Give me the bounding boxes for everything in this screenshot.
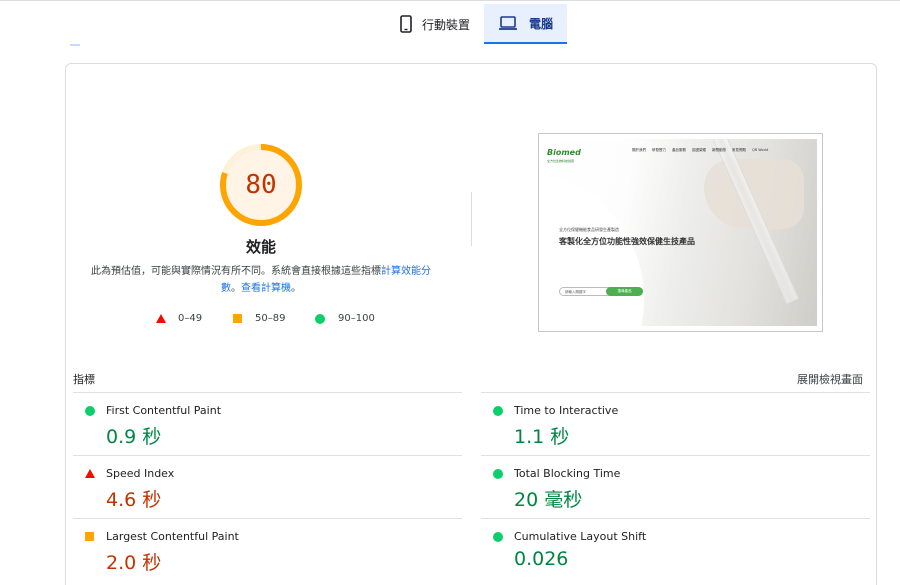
pass-circle-icon [493,532,503,542]
device-tabs: 行動裝置 電腦 [385,4,568,44]
site-logo: Biomed [547,148,581,157]
metric-value: 2.0 秒 [106,552,162,574]
circle-icon [315,313,325,324]
tab-desktop-label: 電腦 [529,16,554,31]
metric-cls: Cumulative Layout Shift 0.026 [481,518,870,581]
screenshot-content: Biomed 全方位生物科技健康 關於我們 研發實力 產品服務 認證榮耀 新聞動… [544,139,817,326]
metrics-header: 指標 [73,373,95,386]
metric-fcp: First Contentful Paint 0.9 秒 [73,392,462,455]
section-divider [471,192,472,246]
pass-circle-icon [85,406,95,416]
metric-tbt: Total Blocking Time 20 毫秒 [481,455,870,518]
expand-view-toggle[interactable]: 展開檢視畫面 [797,371,863,387]
site-headline: 客製化全方位功能性強效保健生技產品 [559,237,695,246]
metric-si: Speed Index 4.6 秒 [73,455,462,518]
fail-triangle-icon [85,469,95,478]
view-calculator-link[interactable]: 查看計算機 [241,283,291,294]
site-tagline: 全方位保健機能食品研發生產製造 [559,227,619,232]
pass-circle-icon [493,469,503,479]
metric-value: 20 毫秒 [514,489,583,511]
performance-score: 80 [245,170,277,200]
legend-average: 50–89 [233,313,285,324]
site-nav: 關於我們 研發實力 產品服務 認證榮耀 新聞動態 常見問題 QR World [632,148,769,152]
metric-tti: Time to Interactive 1.1 秒 [481,392,870,455]
metric-name: First Contentful Paint [106,404,222,417]
metric-name: Largest Contentful Paint [106,530,239,543]
metric-name: Speed Index [106,467,175,480]
metric-value: 4.6 秒 [106,489,162,511]
site-logo-sub: 全方位生物科技健康 [547,159,575,163]
pass-circle-icon [493,406,503,416]
metric-name: Cumulative Layout Shift [514,530,647,543]
performance-title: 效能 [245,238,276,256]
laptop-icon [499,16,518,30]
white-arc-graphic [544,169,644,326]
metric-name: Total Blocking Time [514,467,621,480]
metric-value: 0.9 秒 [106,426,162,448]
average-square-icon [85,532,94,541]
metric-value: 1.1 秒 [514,426,570,448]
metric-name: Time to Interactive [514,404,619,417]
legend-pass: 90–100 [315,313,375,324]
tab-desktop[interactable]: 電腦 [484,4,568,44]
tab-mobile-label: 行動裝置 [422,17,471,32]
score-description: 此為預估值，可能與實際情況有所不同。系統會直接根據這些指標計算效能分數。查看計算… [91,266,431,294]
page-screenshot-thumbnail[interactable]: Biomed 全方位生物科技健康 關於我們 研發實力 產品服務 認證榮耀 新聞動… [538,133,823,332]
triangle-icon [156,314,166,323]
tab-mobile[interactable]: 行動裝置 [385,4,484,44]
site-search-button: 搜尋產品 [606,287,643,296]
metric-value: 0.026 [514,548,569,570]
scroll-fade-mark [70,44,80,46]
phone-icon [400,15,412,33]
square-icon [233,314,242,323]
metric-lcp: Largest Contentful Paint 2.0 秒 [73,518,462,581]
legend-fail: 0–49 [156,313,202,324]
